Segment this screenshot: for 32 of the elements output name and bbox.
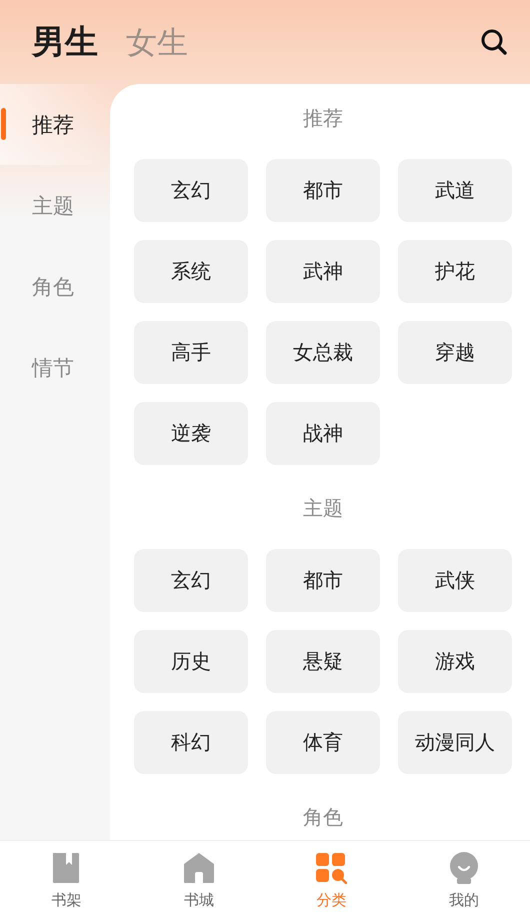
tag-chip[interactable]: 战神 xyxy=(266,402,380,465)
section-title: 主题 xyxy=(303,494,343,522)
tag-chip[interactable]: 动漫同人 xyxy=(398,711,512,774)
section-title: 推荐 xyxy=(303,104,343,132)
gender-tab[interactable]: 男生 xyxy=(32,20,98,64)
tag-chip[interactable]: 穿越 xyxy=(398,321,512,384)
tag-chip[interactable]: 女总裁 xyxy=(266,321,380,384)
tag-chip[interactable]: 武侠 xyxy=(398,549,512,612)
nav-item[interactable]: 书城 xyxy=(132,841,265,920)
tag-chip[interactable]: 系统 xyxy=(134,240,248,303)
nav-item[interactable]: 我的 xyxy=(398,841,530,920)
house-icon xyxy=(182,852,215,884)
section-title: 角色 xyxy=(303,804,343,830)
tag-chip[interactable]: 都市 xyxy=(266,549,380,612)
tag-chip[interactable]: 玄幻 xyxy=(134,549,248,612)
tag-chip[interactable]: 都市 xyxy=(266,159,380,222)
tag-chip[interactable]: 武道 xyxy=(398,159,512,222)
tag-chip[interactable]: 科幻 xyxy=(134,711,248,774)
book-icon xyxy=(52,852,80,884)
tag-chip[interactable]: 悬疑 xyxy=(266,630,380,693)
tag-chip[interactable]: 游戏 xyxy=(398,630,512,693)
tag-chip[interactable]: 逆袭 xyxy=(134,402,248,465)
nav-item[interactable]: 书架 xyxy=(0,841,132,920)
tag-chip[interactable]: 护花 xyxy=(398,240,512,303)
category-grid-icon xyxy=(315,852,348,884)
tag-chip[interactable]: 高手 xyxy=(134,321,248,384)
search-icon[interactable] xyxy=(480,28,508,56)
tag-chip[interactable]: 历史 xyxy=(134,630,248,693)
tag-chip[interactable]: 武神 xyxy=(266,240,380,303)
avatar-icon xyxy=(448,852,479,884)
tag-chip[interactable]: 体育 xyxy=(266,711,380,774)
tag-chip[interactable]: 玄幻 xyxy=(134,159,248,222)
